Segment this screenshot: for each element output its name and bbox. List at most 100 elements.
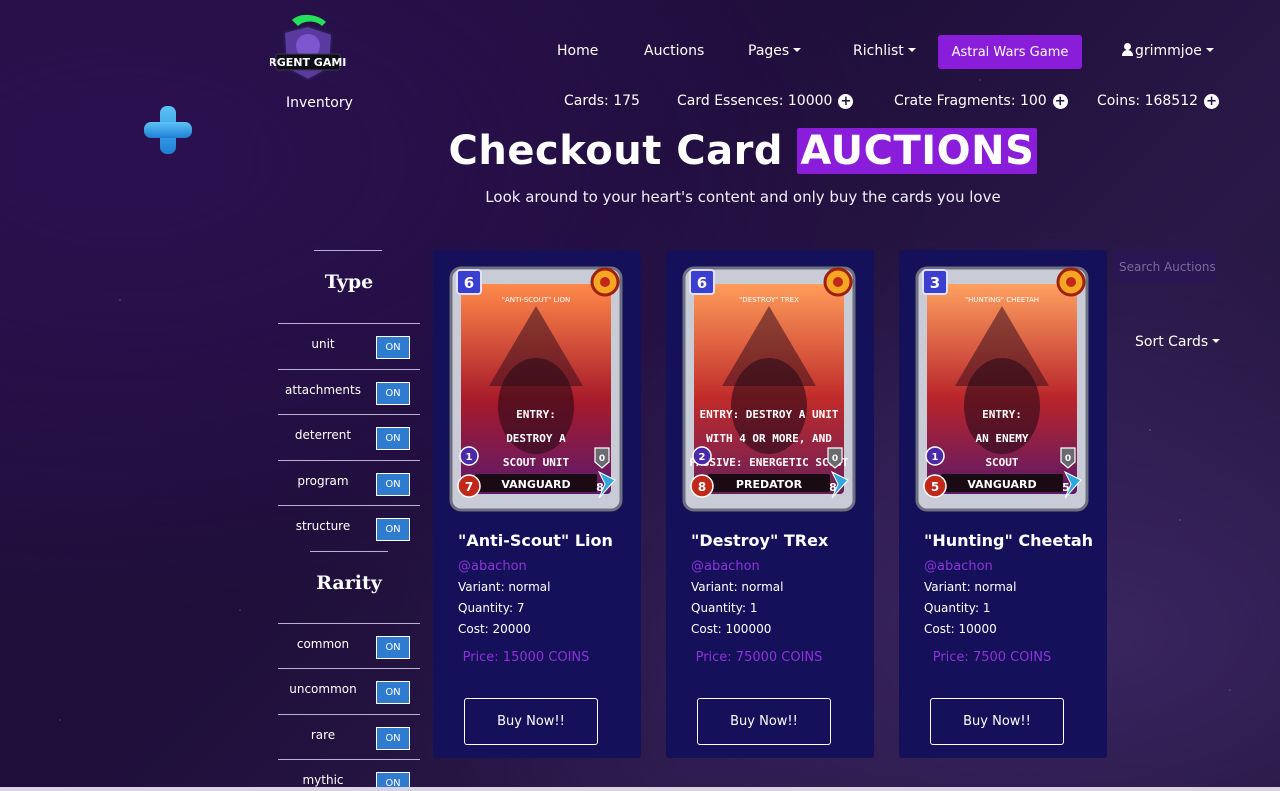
inventory-link[interactable]: Inventory: [286, 95, 353, 111]
card-cost-value: 6: [464, 274, 474, 292]
card-defense-value: 0: [599, 454, 605, 464]
card-class-label: VANGUARD: [501, 478, 570, 491]
filter-toggle-attachments[interactable]: ON: [376, 381, 410, 405]
card-cost: Cost: 10000: [924, 622, 997, 636]
filter-row-common: common ON: [278, 622, 420, 669]
card-name[interactable]: "Anti-Scout" Lion: [458, 531, 613, 550]
search-auctions-input[interactable]: [1113, 251, 1215, 283]
card-cost: Cost: 20000: [458, 622, 531, 636]
nav-pages-label: Pages: [748, 43, 790, 59]
main-navbar: Home Auctions Pages Richlist Astral Wars…: [0, 35, 1280, 69]
page-subtitle: Look around to your heart's content and …: [485, 188, 1001, 206]
filter-row-structure: structure ON: [278, 505, 420, 551]
card-defense-value: 0: [1065, 454, 1071, 464]
card-art-text: WITH 4 OR MORE, AND: [706, 432, 832, 445]
filter-row-uncommon: uncommon ON: [278, 668, 420, 714]
user-menu-dropdown[interactable]: grimmjoe: [1122, 43, 1214, 59]
card-level-value: 1: [466, 452, 473, 463]
nav-pages-dropdown[interactable]: Pages: [748, 43, 801, 59]
user-icon: [1122, 43, 1133, 56]
card-owner-link[interactable]: @abachon: [458, 559, 527, 574]
auction-card: 3 "HUNTING" CHEETAH ENTRY: AN ENEMY SCOUT VAN…: [899, 250, 1107, 758]
card-art-text: SCOUT: [985, 456, 1018, 469]
filter-row-attachments: attachments ON: [278, 368, 420, 415]
card-art-text: SCOUT UNIT: [503, 456, 570, 469]
card-name[interactable]: "Hunting" Cheetah: [924, 531, 1093, 550]
buy-now-button[interactable]: Buy Now!!: [930, 698, 1064, 745]
buy-now-button[interactable]: Buy Now!!: [697, 698, 831, 745]
filter-toggle-common[interactable]: ON: [376, 635, 410, 659]
filter-toggle-structure[interactable]: ON: [376, 518, 410, 541]
filter-toggle-unit[interactable]: ON: [376, 336, 410, 359]
card-art-text: ENTRY:: [982, 408, 1022, 421]
card-level-value: 1: [932, 452, 939, 463]
cards-count-label: Cards: 175: [564, 93, 640, 109]
filter-label: common: [296, 636, 350, 651]
astral-wars-game-button[interactable]: Astral Wars Game: [938, 35, 1082, 69]
card-art-text: DESTROY A: [506, 432, 566, 445]
card-artwork-image[interactable]: 6 "DESTROY" TREX ENTRY: DESTROY A UNIT WITH…: [682, 266, 856, 512]
card-quantity: Quantity: 1: [691, 601, 758, 615]
page-title-highlight: AUCTIONS: [797, 128, 1038, 174]
filter-row-rare: rare ON: [278, 713, 420, 760]
page-bottom-edge: [0, 787, 1280, 791]
card-price: Price: 7500 COINS: [932, 650, 1052, 665]
coins-label: Coins: 168512: [1097, 93, 1199, 109]
rarity-filter-title: Rarity: [316, 571, 382, 594]
card-level-value: 2: [699, 452, 706, 463]
filter-label: rare: [310, 727, 336, 742]
auction-card: 6 "DESTROY" TREX ENTRY: DESTROY A UNIT WITH…: [666, 250, 874, 758]
card-attack-value: 7: [465, 480, 473, 494]
card-art-text: ENTRY:: [516, 408, 556, 421]
card-quantity: Quantity: 7: [458, 601, 525, 615]
filter-toggle-uncommon[interactable]: ON: [376, 681, 410, 704]
card-owner-link[interactable]: @abachon: [691, 559, 760, 574]
filter-toggle-rare[interactable]: ON: [376, 726, 410, 750]
filter-toggle-program[interactable]: ON: [376, 472, 410, 496]
card-speed-value: 5: [1062, 481, 1070, 494]
card-class-label: VANGUARD: [967, 478, 1036, 491]
nav-auctions[interactable]: Auctions: [644, 43, 704, 59]
filter-label: structure: [295, 519, 351, 533]
filter-label: deterrent: [294, 428, 352, 442]
card-owner-link[interactable]: @abachon: [924, 559, 993, 574]
card-art-text: AN ENEMY: [976, 432, 1029, 445]
card-artwork-image[interactable]: 3 "HUNTING" CHEETAH ENTRY: AN ENEMY SCOUT VAN…: [915, 266, 1089, 512]
card-cost: Cost: 100000: [691, 622, 772, 636]
add-crate-fragments-icon[interactable]: +: [1052, 93, 1068, 109]
divider: [314, 250, 382, 251]
card-quantity: Quantity: 1: [924, 601, 991, 615]
filter-label: program: [297, 473, 349, 488]
coins-stat: Coins: 168512 +: [1097, 93, 1220, 109]
card-variant: Variant: normal: [924, 580, 1017, 594]
card-price: Price: 75000 COINS: [695, 650, 823, 665]
filter-sidebar: Type unit ON attachments ON deterrent ON progr…: [278, 250, 420, 791]
filter-label: mythic: [302, 773, 344, 787]
card-art-text: PASSIVE: ENERGETIC SCOUT: [690, 456, 849, 469]
card-price: Price: 15000 COINS: [462, 650, 590, 665]
buy-now-button[interactable]: Buy Now!!: [464, 698, 598, 745]
card-artwork-image[interactable]: 6 "ANTI-SCOUT" LION ENTRY: DESTROY A SCOUT U…: [449, 266, 623, 512]
card-art-text: ENTRY: DESTROY A UNIT: [699, 408, 838, 421]
crate-fragments-label: Crate Fragments: 100: [894, 93, 1047, 109]
filter-row-unit: unit ON: [278, 323, 420, 369]
card-speed-value: 8: [596, 481, 604, 494]
filter-label: attachments: [285, 382, 361, 397]
crate-fragments-stat: Crate Fragments: 100 +: [894, 93, 1068, 109]
username-label: grimmjoe: [1135, 43, 1202, 59]
nav-home[interactable]: Home: [557, 43, 598, 59]
add-card-essences-icon[interactable]: +: [838, 93, 854, 109]
add-coins-icon[interactable]: +: [1204, 93, 1220, 109]
card-cost-value: 3: [930, 274, 940, 292]
auction-card: 6 "ANTI-SCOUT" LION ENTRY: DESTROY A SCOUT U…: [433, 250, 641, 758]
card-name[interactable]: "Destroy" TRex: [691, 531, 828, 550]
nav-richlist-dropdown[interactable]: Richlist: [853, 43, 916, 59]
sort-cards-dropdown[interactable]: Sort Cards: [1135, 334, 1220, 350]
divider: [310, 550, 388, 552]
filter-toggle-deterrent[interactable]: ON: [376, 427, 410, 450]
card-speed-value: 8: [829, 481, 837, 494]
card-cost-value: 6: [697, 274, 707, 292]
page-title-plain: Checkout Card: [448, 128, 783, 174]
card-variant: Variant: normal: [691, 580, 784, 594]
card-art-title: "HUNTING" CHEETAH: [965, 296, 1039, 304]
